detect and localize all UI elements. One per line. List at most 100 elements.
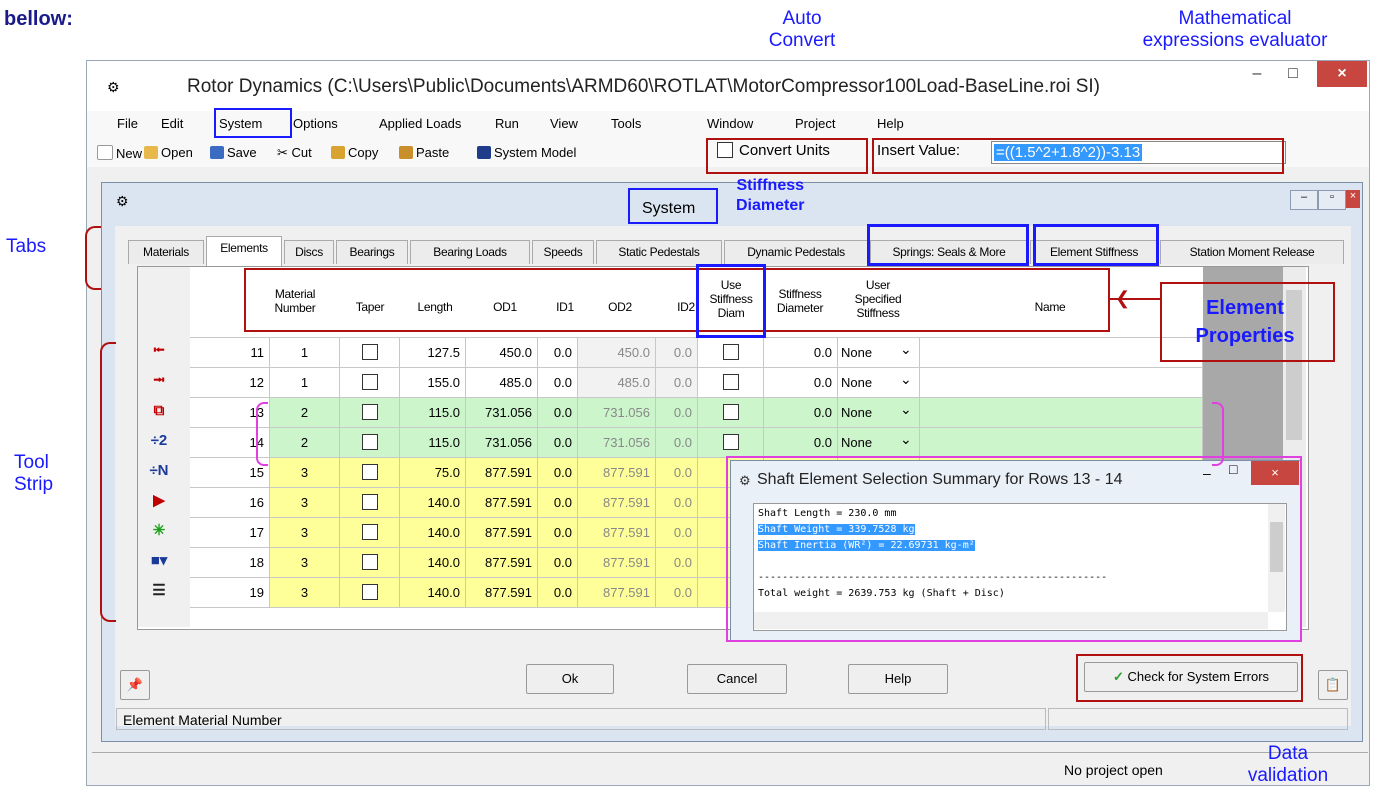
checkbox-box[interactable] [722,434,739,450]
pin-button[interactable]: 📌 [120,670,150,700]
close-icon[interactable]: × [1317,61,1367,87]
tab-dynamic-pedestals[interactable]: Dynamic Pedestals [724,240,868,264]
taper-checkbox[interactable] [340,458,400,488]
taper-checkbox[interactable] [340,518,400,548]
cell-id1[interactable]: 0.0 [538,368,578,398]
tab-discs[interactable]: Discs [284,240,334,264]
cell-id2[interactable]: 0.0 [656,338,698,368]
use-stiffness-checkbox[interactable] [698,428,764,458]
close-icon[interactable]: × [1346,190,1360,208]
cell-od1[interactable]: 877.591 [466,548,538,578]
cell-id1[interactable]: 0.0 [538,428,578,458]
system-model-button[interactable]: System Model [477,145,576,160]
tab-bearings[interactable]: Bearings [336,240,408,264]
cell-id1[interactable]: 0.0 [538,338,578,368]
cell-len[interactable]: 127.5 [400,338,466,368]
cell-len[interactable]: 155.0 [400,368,466,398]
taper-checkbox[interactable] [340,338,400,368]
checkbox-box[interactable] [361,494,378,510]
use-stiffness-checkbox[interactable] [698,398,764,428]
cell-mat[interactable]: 3 [270,518,340,548]
checkbox-box[interactable] [361,344,378,360]
checkbox-box[interactable] [361,404,378,420]
tab-static-pedestals[interactable]: Static Pedestals [596,240,722,264]
cancel-button[interactable]: Cancel [687,664,787,694]
chevron-down-icon[interactable]: ⌄ [900,334,912,364]
taper-checkbox[interactable] [340,368,400,398]
delete-row-icon[interactable]: ⧉ [148,400,170,422]
tab-bearing-loads[interactable]: Bearing Loads [410,240,530,264]
list-icon[interactable]: ☰ [148,580,170,602]
cell-id2[interactable]: 0.0 [656,488,698,518]
cell-len[interactable]: 115.0 [400,398,466,428]
divide-by-n-icon[interactable]: ÷N [148,460,170,482]
tab-speeds[interactable]: Speeds [532,240,594,264]
cell-id1[interactable]: 0.0 [538,518,578,548]
copy-button[interactable]: Copy [331,145,378,160]
cell-len[interactable]: 140.0 [400,548,466,578]
cell-len[interactable]: 140.0 [400,518,466,548]
restore-icon[interactable]: ▫ [1318,190,1346,210]
clipboard-button[interactable]: 📋 [1318,670,1348,700]
taper-checkbox[interactable] [340,578,400,608]
star-icon[interactable]: ✳ [148,520,170,542]
cell-od2[interactable]: 877.591 [578,578,656,608]
cell-mat[interactable]: 3 [270,578,340,608]
cell-len[interactable]: 140.0 [400,578,466,608]
checkbox-box[interactable] [361,374,378,390]
checkbox-box[interactable] [361,584,378,600]
help-button[interactable]: Help [848,664,948,694]
name-cell[interactable] [920,428,1203,458]
menu-options[interactable]: Options [293,116,338,131]
menu-window[interactable]: Window [707,116,753,131]
cell-n[interactable]: 17 [190,518,270,548]
cell-od2[interactable]: 877.591 [578,518,656,548]
checkbox-box[interactable] [722,404,739,420]
menu-edit[interactable]: Edit [161,116,183,131]
tab-elements[interactable]: Elements [206,236,282,266]
minimize-icon[interactable]: – [1239,61,1275,87]
minimize-icon[interactable]: – [1290,190,1318,210]
checkbox-box[interactable] [361,434,378,450]
chevron-down-icon[interactable]: ⌄ [900,424,912,454]
cell-mat[interactable]: 3 [270,488,340,518]
chevron-down-icon[interactable]: ⌄ [900,364,912,394]
use-stiffness-checkbox[interactable] [698,338,764,368]
cell-od2[interactable]: 877.591 [578,458,656,488]
cell-od1[interactable]: 877.591 [466,518,538,548]
cell-mat[interactable]: 1 [270,338,340,368]
cell-n[interactable]: 19 [190,578,270,608]
new-button[interactable]: New [97,145,142,161]
taper-checkbox[interactable] [340,548,400,578]
menu-help[interactable]: Help [877,116,904,131]
checkbox-box[interactable] [722,374,739,390]
cell-id1[interactable]: 0.0 [538,488,578,518]
checkbox-box[interactable] [361,464,378,480]
cell-n[interactable]: 18 [190,548,270,578]
cell-id2[interactable]: 0.0 [656,578,698,608]
cell-sd[interactable]: 0.0 [764,368,838,398]
cell-od1[interactable]: 485.0 [466,368,538,398]
menu-view[interactable]: View [550,116,578,131]
cut-button[interactable]: ✂ Cut [277,145,312,161]
cell-id2[interactable]: 0.0 [656,518,698,548]
cell-id1[interactable]: 0.0 [538,548,578,578]
ok-button[interactable]: Ok [526,664,614,694]
open-button[interactable]: Open [144,145,193,160]
chevron-down-icon[interactable]: ⌄ [900,394,912,424]
insert-above-icon[interactable]: ⭰ [148,340,170,362]
name-cell[interactable] [920,368,1203,398]
cell-od1[interactable]: 877.591 [466,578,538,608]
cell-mat[interactable]: 2 [270,428,340,458]
cell-id2[interactable]: 0.0 [656,428,698,458]
cell-id1[interactable]: 0.0 [538,398,578,428]
checkbox-box[interactable] [361,554,378,570]
cell-id2[interactable]: 0.0 [656,398,698,428]
cell-od1[interactable]: 731.056 [466,428,538,458]
cell-mat[interactable]: 3 [270,458,340,488]
cell-od1[interactable]: 877.591 [466,458,538,488]
tab-materials[interactable]: Materials [128,240,204,264]
cell-od1[interactable]: 731.056 [466,398,538,428]
insert-below-icon[interactable]: ⭲ [148,370,170,392]
cell-id1[interactable]: 0.0 [538,578,578,608]
